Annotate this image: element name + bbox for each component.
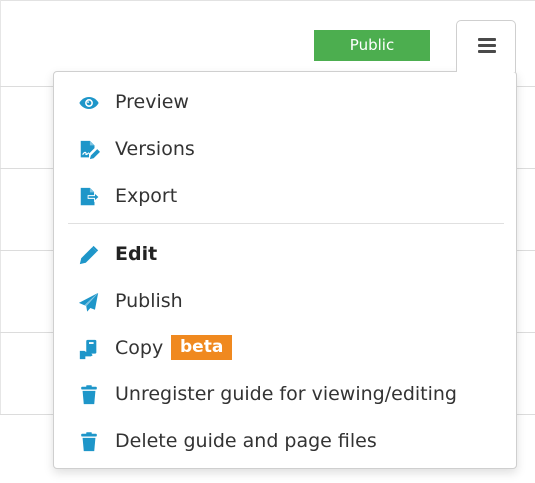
menu-item-label: Copy (115, 337, 164, 359)
menu-item-label: Versions (115, 138, 195, 160)
beta-badge: beta (171, 335, 233, 360)
file-export-icon (78, 186, 100, 208)
hamburger-icon (478, 38, 496, 53)
menu-item-label: Preview (115, 91, 189, 113)
menu-item-preview[interactable]: Preview (54, 80, 516, 124)
menu-item-publish[interactable]: Publish (54, 279, 516, 323)
status-badge: Public (314, 30, 430, 61)
menu-item-label: Unregister guide for viewing/editing (115, 383, 457, 405)
pencil-icon (78, 244, 100, 266)
menu-item-label: Publish (115, 290, 183, 312)
trash-icon (78, 431, 100, 453)
screenshot-canvas: Public Preview Versions Export Edit Publ… (0, 0, 535, 483)
paper-plane-icon (78, 291, 100, 313)
menu-item-export[interactable]: Export (54, 174, 516, 218)
trash-icon (78, 384, 100, 406)
menu-toggle-button[interactable] (456, 20, 516, 72)
menu-item-edit[interactable]: Edit (54, 232, 516, 276)
table-top-border (0, 0, 535, 1)
menu-divider (68, 223, 504, 224)
file-signature-icon (78, 139, 100, 161)
menu-item-label: Edit (115, 243, 158, 265)
menu-item-unregister-guide[interactable]: Unregister guide for viewing/editing (54, 372, 516, 416)
actions-dropdown-menu: Preview Versions Export Edit Publish Cop… (53, 71, 517, 469)
table-left-border (0, 0, 1, 414)
menu-item-copy[interactable]: Copy beta (54, 326, 516, 370)
menu-item-versions[interactable]: Versions (54, 127, 516, 171)
menu-item-delete-guide[interactable]: Delete guide and page files (54, 419, 516, 463)
eye-icon (78, 92, 100, 114)
copy-hand-icon (78, 338, 100, 360)
menu-item-label: Export (115, 185, 178, 207)
menu-item-label: Delete guide and page files (115, 430, 377, 452)
